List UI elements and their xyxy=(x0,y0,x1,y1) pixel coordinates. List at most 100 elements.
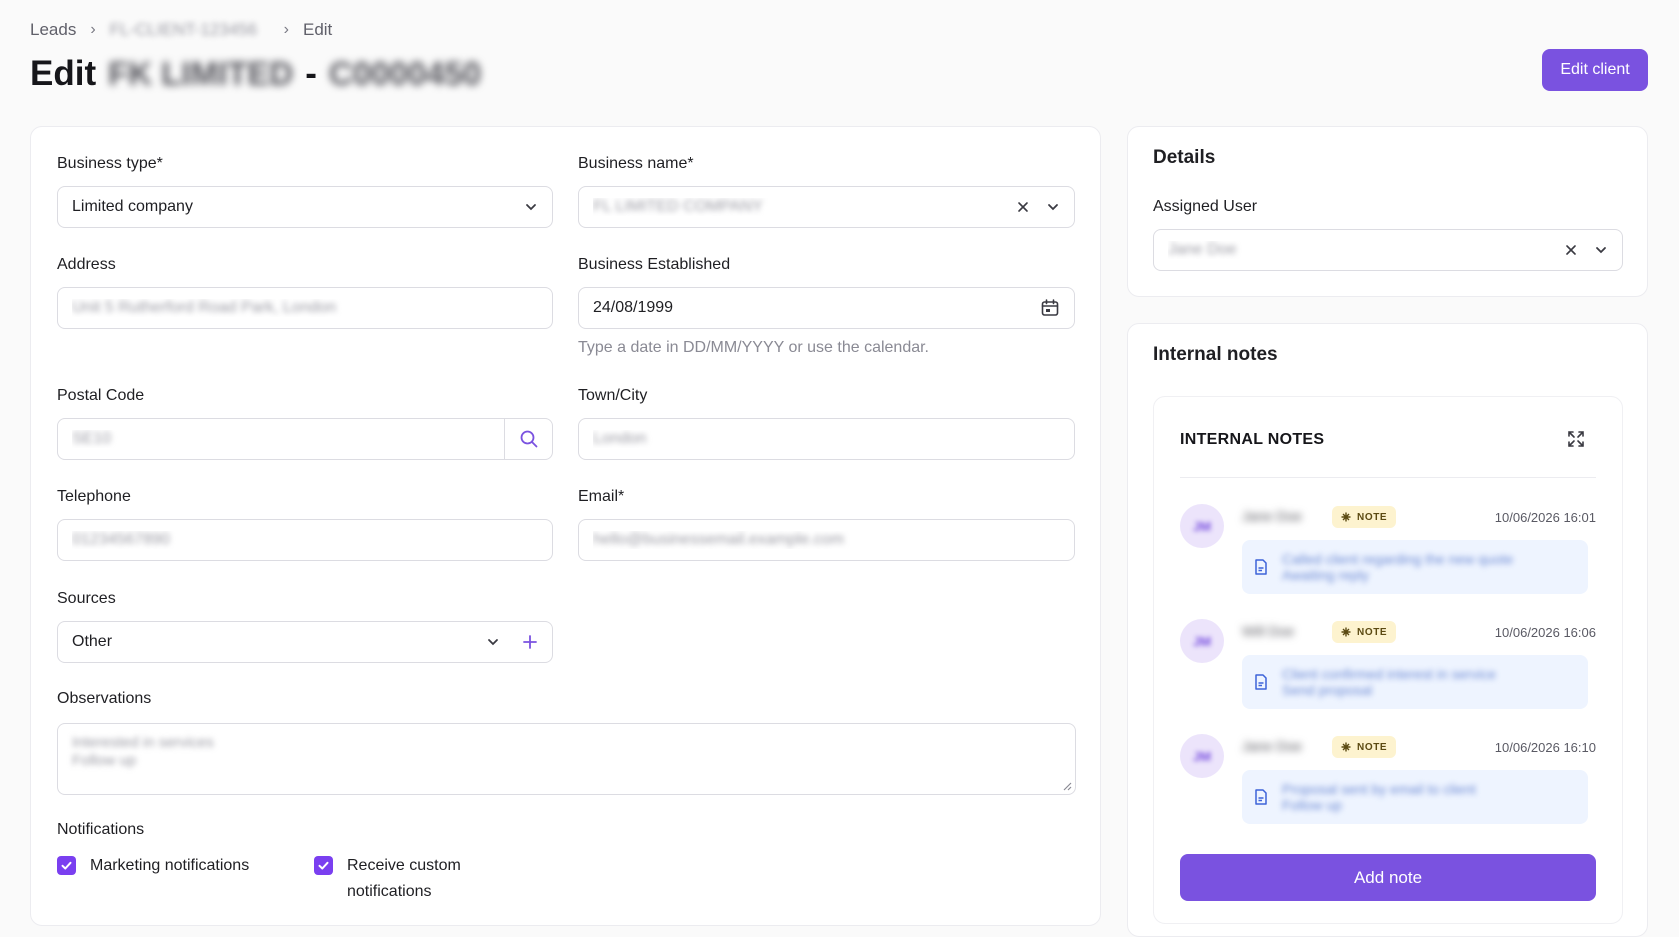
clear-icon[interactable] xyxy=(1564,243,1578,257)
chevron-down-icon[interactable] xyxy=(486,635,500,649)
business-name-select[interactable]: FL LIMITED COMPANY xyxy=(578,186,1075,228)
pin-icon xyxy=(1341,627,1351,637)
details-title: Details xyxy=(1153,147,1216,168)
notifications-label: Notifications xyxy=(57,821,145,838)
postal-code-label: Postal Code xyxy=(57,387,145,404)
checkbox-checked-icon[interactable] xyxy=(314,856,333,875)
note-text-line2: Send proposal xyxy=(1282,682,1373,698)
assigned-user-label: Assigned User xyxy=(1153,198,1258,215)
postal-code-value: SE10 xyxy=(72,430,112,447)
sources-label: Sources xyxy=(57,590,116,607)
email-input[interactable]: hello@businessemail.example.com xyxy=(578,519,1075,561)
marketing-notifications-checkbox[interactable]: Marketing notifications xyxy=(57,853,249,879)
business-type-value: Limited company xyxy=(72,198,193,215)
business-established-input[interactable]: 24/08/1999 xyxy=(578,287,1075,329)
custom-notifications-checkbox[interactable]: Receive custom notifications xyxy=(314,853,461,905)
search-icon xyxy=(520,430,537,448)
resize-grip-icon[interactable] xyxy=(1062,781,1072,791)
note-body[interactable]: Called client regarding the new quote Aw… xyxy=(1242,540,1588,594)
address-label: Address xyxy=(57,256,116,273)
address-value: Unit 5 Rutherford Road Park, London xyxy=(72,299,337,316)
add-note-button[interactable]: Add note xyxy=(1180,854,1596,901)
title-separator: - xyxy=(305,54,317,93)
note-timestamp: 10/06/2026 16:01 xyxy=(1494,510,1596,525)
title-prefix: Edit xyxy=(30,54,97,93)
note-text: Client confirmed interest in service xyxy=(1282,666,1496,682)
note-text-line2: Awaiting reply xyxy=(1282,567,1369,583)
business-type-label: Business type* xyxy=(57,155,163,172)
avatar: JM xyxy=(1180,504,1224,548)
note-text: Proposal sent by email to client xyxy=(1282,781,1476,797)
observations-label: Observations xyxy=(57,690,152,707)
breadcrumb-client[interactable]: FL-CLIENT-123456 xyxy=(110,20,270,40)
expand-icon[interactable] xyxy=(1566,429,1586,454)
note-author: Jane Doe xyxy=(1242,738,1302,754)
business-established-value: 24/08/1999 xyxy=(593,299,674,316)
observations-value: Interested in services xyxy=(72,734,214,751)
internal-notes-panel-title: INTERNAL NOTES xyxy=(1180,431,1325,448)
breadcrumb-leads[interactable]: Leads xyxy=(30,20,76,40)
telephone-input[interactable]: 01234567890 xyxy=(57,519,553,561)
note-text: Called client regarding the new quote xyxy=(1282,551,1514,567)
note-timestamp: 10/06/2026 16:06 xyxy=(1494,625,1596,640)
assigned-user-value: Jane Doe xyxy=(1168,241,1237,258)
business-name-value: FL LIMITED COMPANY xyxy=(593,198,763,215)
postal-code-input[interactable]: SE10 xyxy=(57,418,553,460)
avatar: JM xyxy=(1180,619,1224,663)
details-card: Details Assigned User Jane Doe xyxy=(1127,126,1648,297)
chevron-down-icon[interactable] xyxy=(1594,243,1608,257)
email-label: Email* xyxy=(578,488,625,505)
date-hint: Type a date in DD/MM/YYYY or use the cal… xyxy=(578,339,929,356)
breadcrumb-current: Edit xyxy=(302,20,333,39)
document-icon xyxy=(1255,559,1267,575)
note-body[interactable]: Client confirmed interest in service Sen… xyxy=(1242,655,1588,709)
telephone-label: Telephone xyxy=(57,488,131,505)
calendar-icon[interactable] xyxy=(1040,298,1060,318)
internal-notes-panel: INTERNAL NOTES JM Jane Doe NOTE 10/06/20… xyxy=(1153,396,1623,924)
breadcrumb: Leads › FL-CLIENT-123456 › Edit xyxy=(30,20,332,40)
note-author: Will Doe xyxy=(1242,623,1295,639)
telephone-value: 01234567890 xyxy=(72,531,170,548)
address-input[interactable]: Unit 5 Rutherford Road Park, London xyxy=(57,287,553,329)
custom-notifications-label: Receive custom notifications xyxy=(347,857,461,900)
observations-value-line2: Follow up xyxy=(72,752,137,769)
email-value: hello@businessemail.example.com xyxy=(593,531,845,548)
lead-form-card: Business type* Limited company Business … xyxy=(30,126,1101,926)
note-item: JM Jane Doe NOTE 10/06/2026 16:10 Propos… xyxy=(1180,734,1596,824)
checkbox-checked-icon[interactable] xyxy=(57,856,76,875)
note-badge: NOTE xyxy=(1332,621,1397,643)
client-name: FK LIMITED xyxy=(108,55,294,92)
chevron-right-icon: › xyxy=(90,21,96,38)
client-code: C0000450 xyxy=(328,55,482,92)
edit-client-button[interactable]: Edit client xyxy=(1542,49,1648,91)
note-badge: NOTE xyxy=(1332,736,1397,758)
business-established-label: Business Established xyxy=(578,256,731,273)
note-badge: NOTE xyxy=(1332,506,1397,528)
business-type-select[interactable]: Limited company xyxy=(57,186,553,228)
assigned-user-select[interactable]: Jane Doe xyxy=(1153,229,1623,271)
document-icon xyxy=(1255,674,1267,690)
sources-select[interactable]: Other xyxy=(57,621,553,663)
clear-icon[interactable] xyxy=(1016,200,1030,214)
observations-textarea[interactable]: Interested in services Follow up xyxy=(57,723,1076,795)
business-name-label: Business name* xyxy=(578,155,694,172)
divider xyxy=(1180,477,1596,478)
internal-notes-title: Internal notes xyxy=(1153,344,1278,365)
note-item: JM Jane Doe NOTE 10/06/2026 16:01 Called… xyxy=(1180,504,1596,594)
marketing-notifications-label: Marketing notifications xyxy=(90,857,250,874)
chevron-down-icon[interactable] xyxy=(1046,200,1060,214)
avatar: JM xyxy=(1180,734,1224,778)
town-city-input[interactable]: London xyxy=(578,418,1075,460)
note-body[interactable]: Proposal sent by email to client Follow … xyxy=(1242,770,1588,824)
add-source-icon[interactable] xyxy=(522,634,538,650)
note-item: JM Will Doe NOTE 10/06/2026 16:06 Client… xyxy=(1180,619,1596,709)
sources-value: Other xyxy=(72,633,113,650)
note-timestamp: 10/06/2026 16:10 xyxy=(1494,740,1596,755)
pin-icon xyxy=(1341,512,1351,522)
town-city-label: Town/City xyxy=(578,387,648,404)
note-author: Jane Doe xyxy=(1242,508,1302,524)
postal-search-button[interactable] xyxy=(504,419,552,459)
note-text-line2: Follow up xyxy=(1282,797,1342,813)
town-city-value: London xyxy=(593,430,647,447)
page-title: Edit FK LIMITED - C0000450 xyxy=(30,54,481,94)
